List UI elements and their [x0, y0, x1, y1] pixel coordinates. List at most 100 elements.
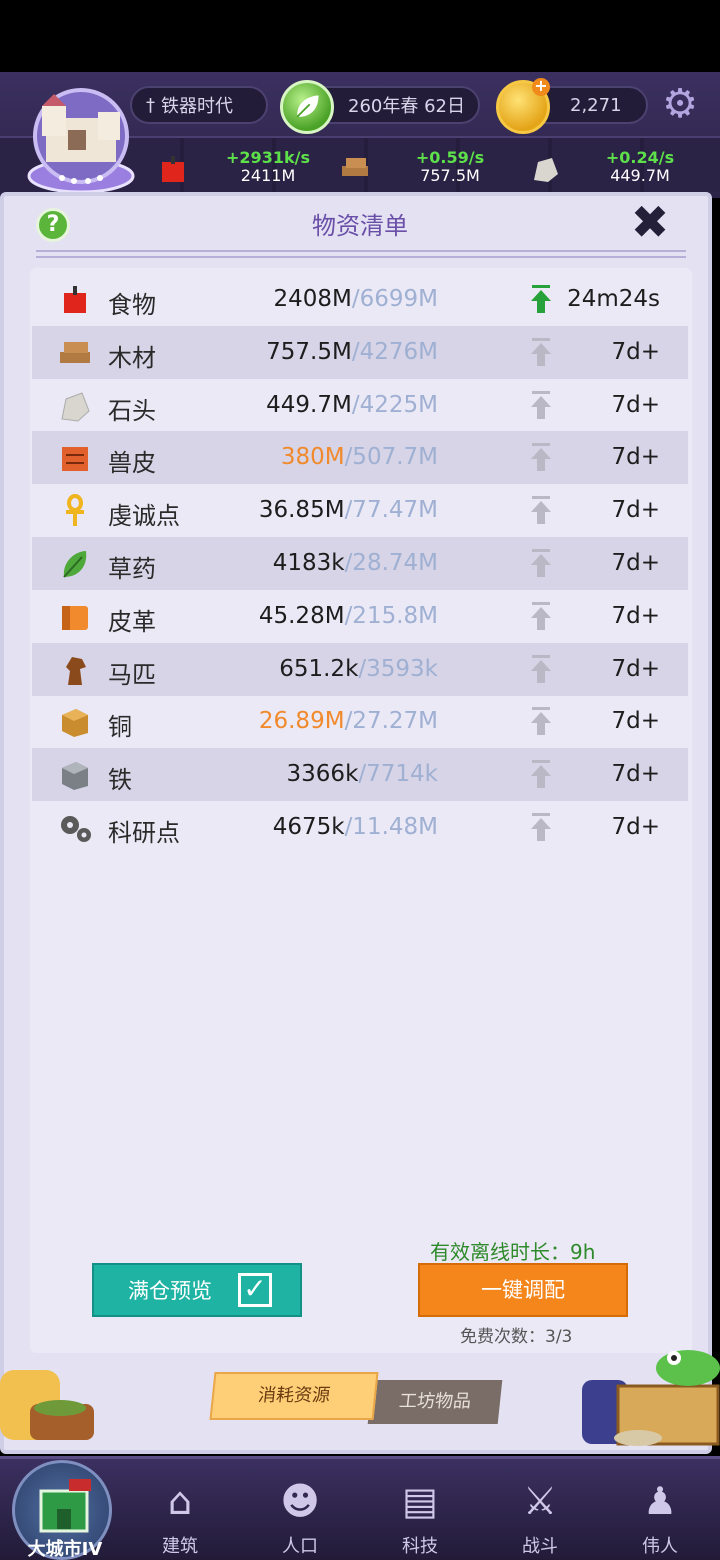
hide-icon [62, 447, 88, 472]
stone-icon [61, 391, 90, 422]
time-to-full: 7d+ [611, 602, 660, 629]
upgrade-arrow-icon[interactable] [530, 443, 552, 472]
upgrade-arrow-icon[interactable] [530, 285, 552, 313]
resource-current: 449.7M [266, 391, 352, 418]
resource-name: 草药 [108, 555, 156, 583]
resource-name: 铜 [108, 713, 132, 742]
upgrade-arrow-icon[interactable] [530, 760, 552, 789]
header-resource-food: +2931k/s 2411M [158, 148, 318, 188]
resource-capacity: /3593k [358, 655, 438, 682]
preview-button-label: 满仓预览 [128, 1279, 212, 1303]
close-icon[interactable]: ✖ [628, 199, 672, 245]
resource-quantity: 45.28M/215.8M [259, 603, 438, 629]
one-click-adjust-button[interactable]: 一键调配 [418, 1263, 628, 1317]
wood-amount: 757.5M [420, 166, 480, 185]
gold-amount: 2,271 [570, 94, 622, 116]
resource-row: 铁 3366k/7714k 7d+ [32, 748, 688, 802]
resource-quantity: 2408M/6699M [273, 286, 438, 312]
full-storage-preview-button[interactable]: 满仓预览 ✓ [92, 1263, 302, 1317]
tab-workshop-items[interactable]: 工坊物品 [367, 1380, 503, 1424]
resource-current: 3366k [286, 761, 359, 788]
resource-quantity: 36.85M/77.47M [259, 497, 438, 523]
ankh-icon [66, 494, 84, 527]
upgrade-arrow-icon[interactable] [530, 707, 552, 736]
resource-name: 皮革 [108, 607, 156, 636]
resource-quantity: 380M/507.7M [281, 444, 438, 470]
nav-battle-label: 战斗 [522, 1536, 558, 1557]
resource-current: 4675k [272, 814, 345, 840]
resource-name: 马匹 [108, 660, 156, 689]
age-pill[interactable]: † 铁器时代 [130, 86, 268, 124]
resource-row: 食物 2408M/6699M 24m24s [32, 273, 688, 326]
add-gold-icon[interactable]: + [532, 78, 550, 96]
resource-quantity: 757.5M/4276M [266, 339, 438, 365]
upgrade-arrow-icon[interactable] [530, 337, 552, 366]
upgrade-arrow-icon[interactable] [530, 549, 552, 577]
resource-current: 757.5M [266, 338, 352, 365]
nav-city-label: 大城市IV [27, 1539, 103, 1560]
upgrade-arrow-icon[interactable] [530, 601, 552, 630]
resource-row: 皮革 45.28M/215.8M 7d+ [32, 590, 688, 643]
nav-population-label: 人口 [282, 1536, 318, 1557]
resource-current: 4183k [272, 550, 345, 576]
nav-buildings[interactable]: ⌂ 建筑 [130, 1456, 230, 1560]
resource-current: 36.85M [258, 497, 345, 524]
resource-name: 兽皮 [108, 449, 156, 478]
nav-technology[interactable]: ▤ 科技 [370, 1456, 470, 1560]
upgrade-arrow-icon[interactable] [530, 496, 552, 525]
status-bar [0, 0, 720, 72]
resource-capacity: /215.8M [344, 602, 438, 629]
city-icon [39, 1479, 91, 1533]
resource-name: 铁 [108, 766, 132, 795]
time-to-full: 7d+ [611, 391, 660, 418]
nav-buildings-label: 建筑 [162, 1536, 198, 1557]
resource-current: 380M [280, 444, 345, 471]
time-to-full: 24m24s [567, 286, 660, 312]
resource-capacity: /7714k [358, 761, 438, 788]
nav-battle[interactable]: ⚔ 战斗 [490, 1456, 590, 1560]
tab-consume-resources[interactable]: 消耗资源 [209, 1372, 379, 1420]
nav-population[interactable]: ☻ 人口 [250, 1456, 350, 1560]
resource-name: 木材 [108, 343, 156, 372]
bust-icon: ♟ [642, 1479, 678, 1523]
resource-row: 马匹 651.2k/3593k 7d+ [32, 642, 688, 696]
time-to-full: 7d+ [611, 497, 660, 524]
resource-capacity: /11.48M [344, 814, 438, 840]
resource-row: 铜 26.89M/27.27M 7d+ [32, 695, 688, 748]
upgrade-arrow-icon[interactable] [530, 654, 552, 683]
horse-icon [66, 656, 86, 685]
resource-row: 木材 757.5M/4276M 7d+ [32, 325, 688, 379]
food-amount: 2411M [240, 166, 296, 185]
resource-name: 石头 [108, 396, 156, 425]
nav-city[interactable]: 大城市IV [12, 1460, 112, 1560]
resource-name: 食物 [108, 291, 156, 319]
resource-current: 651.2k [279, 655, 359, 682]
resource-name: 虔诚点 [108, 502, 180, 531]
resource-capacity: /77.47M [344, 497, 438, 524]
house-icon: ⌂ [167, 1479, 193, 1523]
free-count-label: 免费次数：3/3 [460, 1327, 573, 1347]
resource-current: 26.89M [258, 708, 345, 735]
resource-capacity: /27.27M [344, 708, 438, 735]
sack-decoration-icon [0, 1370, 94, 1440]
time-to-full: 7d+ [611, 655, 660, 682]
gear-icon[interactable]: ⚙ [660, 84, 700, 124]
leaf-icon[interactable] [280, 80, 334, 134]
time-to-full: 7d+ [611, 338, 660, 365]
upgrade-arrow-icon[interactable] [530, 813, 552, 841]
resource-quantity: 651.2k/3593k [279, 656, 438, 682]
leather-icon [62, 605, 88, 630]
nav-great-people[interactable]: ♟ 伟人 [610, 1456, 710, 1560]
resource-capacity: /4225M [351, 391, 438, 418]
resource-capacity: /6699M [351, 286, 438, 312]
time-to-full: 7d+ [611, 708, 660, 735]
crossed-swords-icon: ⚔ [522, 1479, 558, 1523]
time-to-full: 7d+ [611, 814, 660, 840]
resource-row: 石头 449.7M/4225M 7d+ [32, 379, 688, 432]
upgrade-arrow-icon[interactable] [530, 390, 552, 419]
resource-quantity: 26.89M/27.27M [259, 708, 438, 734]
stone-icon [534, 158, 558, 182]
header-resource-stone: +0.24/s 449.7M [530, 148, 690, 188]
time-to-full: 7d+ [611, 761, 660, 788]
city-castle-icon[interactable] [22, 82, 140, 194]
